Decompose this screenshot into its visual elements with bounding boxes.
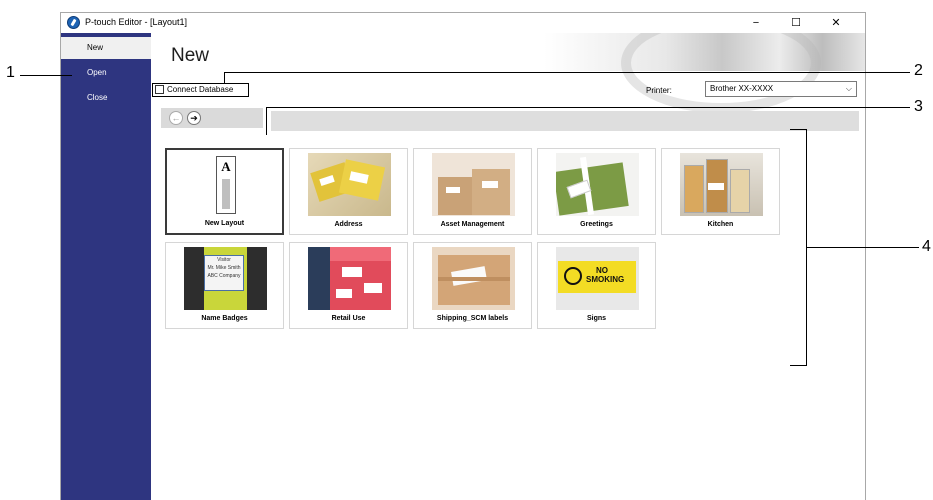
template-name-badges[interactable]: Visitor Mr. Mike Smith ABC Company Name … xyxy=(165,242,284,329)
sidebar-item-new[interactable]: New xyxy=(61,37,151,59)
tile-label: Asset Management xyxy=(440,221,505,228)
window-title: P-touch Editor - [Layout1] xyxy=(85,17,188,27)
close-button[interactable]: ✕ xyxy=(821,13,851,33)
name-badges-thumbnail: Visitor Mr. Mike Smith ABC Company xyxy=(184,247,267,310)
new-layout-thumbnail: A xyxy=(185,154,268,217)
tile-label: Kitchen xyxy=(707,221,734,228)
template-address[interactable]: Address xyxy=(289,148,408,235)
sidebar-item-close[interactable]: Close xyxy=(61,87,151,109)
printer-label: Printer: xyxy=(646,86,672,95)
sign-text: NO SMOKING xyxy=(586,266,625,284)
main-content: New Connect Database Printer: Brother XX… xyxy=(151,33,865,500)
kitchen-thumbnail xyxy=(680,153,763,216)
badge-label: Visitor Mr. Mike Smith ABC Company xyxy=(204,255,244,291)
callout-4: 4 xyxy=(922,238,931,255)
tile-label: Address xyxy=(334,221,363,228)
template-shipping-scm-labels[interactable]: Shipping_SCM labels xyxy=(413,242,532,329)
template-greetings[interactable]: Greetings xyxy=(537,148,656,235)
callout-2-leader xyxy=(224,72,225,83)
no-smoking-icon xyxy=(564,267,582,285)
tile-label: New Layout xyxy=(204,220,245,227)
asset-management-thumbnail xyxy=(432,153,515,216)
title-bar[interactable]: P-touch Editor - [Layout1] − ☐ ✕ xyxy=(61,13,865,33)
callout-1-line xyxy=(20,75,72,76)
tile-label: Retail Use xyxy=(331,315,366,322)
template-new-layout[interactable]: A New Layout xyxy=(165,148,284,235)
callout-3: 3 xyxy=(914,98,923,115)
header-banner xyxy=(151,33,865,113)
template-kitchen[interactable]: Kitchen xyxy=(661,148,780,235)
greetings-thumbnail xyxy=(556,153,639,216)
maximize-button[interactable]: ☐ xyxy=(781,13,811,33)
tile-label: Signs xyxy=(586,315,607,322)
address-thumbnail xyxy=(308,153,391,216)
callout-1: 1 xyxy=(6,64,15,81)
navigation-bar: ← ➔ xyxy=(161,108,263,128)
template-asset-management[interactable]: Asset Management xyxy=(413,148,532,235)
callout-3-line xyxy=(266,107,910,108)
tile-label: Greetings xyxy=(580,221,613,228)
tile-label: Shipping_SCM labels xyxy=(436,315,509,322)
sidebar-item-open[interactable]: Open xyxy=(61,62,151,84)
printer-select[interactable]: Brother XX-XXXX ⌵ xyxy=(705,81,857,97)
sidebar: New Open Close xyxy=(61,33,151,500)
forward-button[interactable]: ➔ xyxy=(187,111,201,125)
shipping-labels-thumbnail xyxy=(432,247,515,310)
back-button[interactable]: ← xyxy=(169,111,183,125)
callout-3-leader xyxy=(266,107,267,135)
page-title: New xyxy=(171,45,210,66)
callout-4-bracket-top xyxy=(790,129,806,130)
tile-label: Name Badges xyxy=(201,315,248,322)
path-bar xyxy=(271,111,859,131)
retail-use-thumbnail xyxy=(308,247,391,310)
printer-value: Brother XX-XXXX xyxy=(710,84,774,93)
signs-thumbnail: NO SMOKING xyxy=(556,247,639,310)
callout-4-line xyxy=(806,247,919,248)
chevron-down-icon: ⌵ xyxy=(845,84,852,93)
template-retail-use[interactable]: Retail Use xyxy=(289,242,408,329)
template-signs[interactable]: NO SMOKING Signs xyxy=(537,242,656,329)
p-touch-app-icon xyxy=(67,16,80,29)
callout-2: 2 xyxy=(914,62,923,79)
callout-2-line xyxy=(224,72,910,73)
callout-2-highlight xyxy=(152,83,249,97)
minimize-button[interactable]: − xyxy=(741,13,771,33)
letter-a-icon: A xyxy=(221,159,231,174)
callout-4-bracket-bottom xyxy=(790,365,807,366)
